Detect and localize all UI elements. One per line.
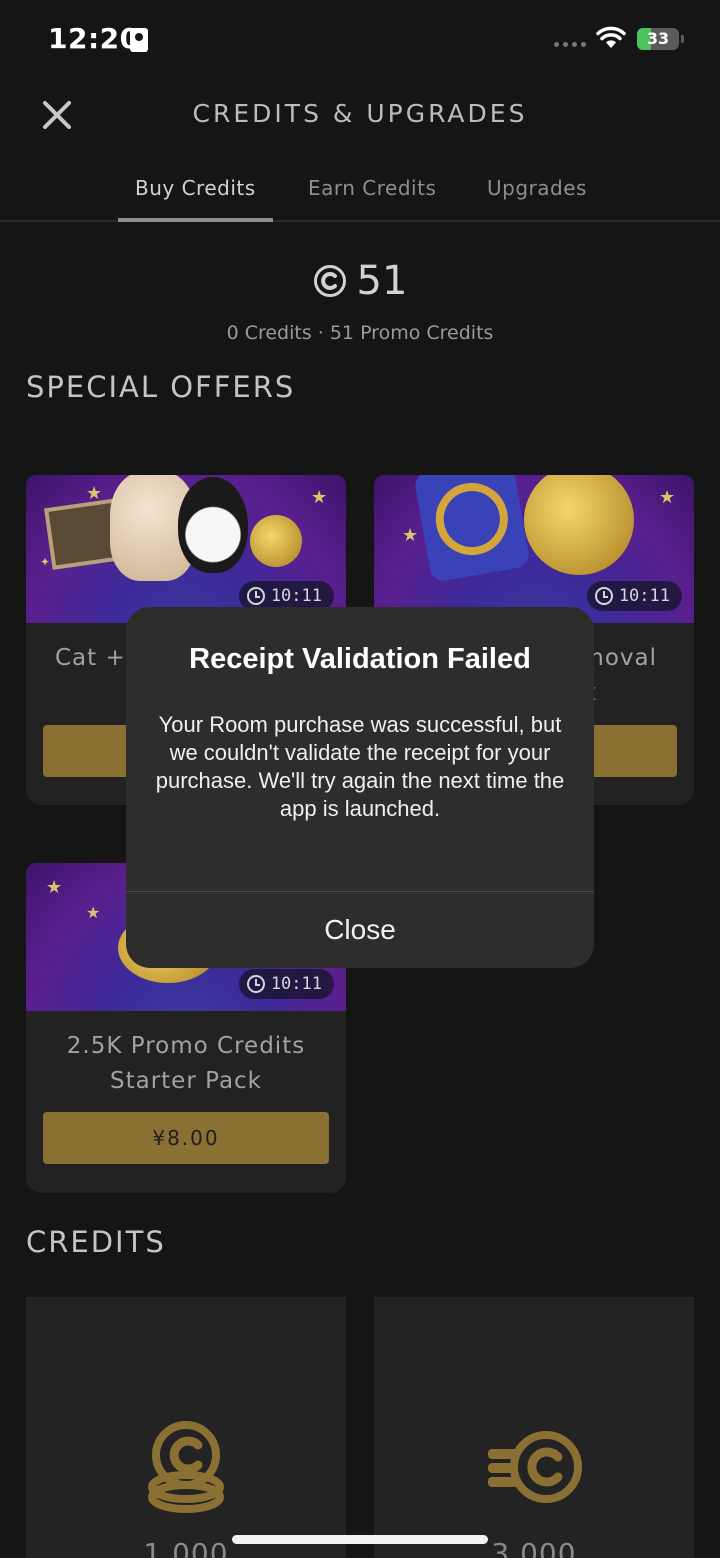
- balance-detail: 0 Credits · 51 Promo Credits: [226, 322, 494, 344]
- status-time: 12:20: [48, 22, 140, 55]
- coin-stack-icon: [488, 1431, 582, 1503]
- tab-bar: Buy Credits Earn Credits Upgrades: [0, 160, 720, 222]
- battery-tip: [681, 35, 684, 43]
- balance-amount: 51: [313, 258, 408, 304]
- wifi-icon: [596, 26, 626, 48]
- penguin-illustration: [178, 477, 248, 573]
- receipt-validation-alert: Receipt Validation Failed Your Room purc…: [126, 607, 594, 968]
- tab-earn-credits[interactable]: Earn Credits: [308, 176, 436, 200]
- alert-title: Receipt Validation Failed: [189, 643, 531, 675]
- alert-close-button[interactable]: Close: [126, 892, 594, 968]
- offer-timer-value: 10:11: [270, 974, 322, 994]
- offer-name-line1: 2.5K Promo Credits: [66, 1033, 306, 1059]
- balance-summary: 51 0 Credits · 51 Promo Credits: [0, 258, 720, 344]
- tab-active-indicator: [118, 218, 273, 222]
- credits-heading: CREDITS: [26, 1225, 166, 1259]
- credit-pack-card[interactable]: 1,000: [26, 1297, 346, 1558]
- offer-name: 2.5K Promo Credits Starter Pack: [26, 1029, 346, 1099]
- tab-upgrades[interactable]: Upgrades: [487, 176, 587, 200]
- tab-buy-credits[interactable]: Buy Credits: [135, 176, 256, 200]
- offer-name-line2: Starter Pack: [110, 1068, 262, 1094]
- offer-price-button[interactable]: ¥8.00: [43, 1112, 329, 1164]
- offer-image: ★ ★ ✦ 10:11: [374, 475, 694, 623]
- balance-value: 51: [356, 258, 408, 304]
- contact-card-icon: [130, 28, 148, 52]
- battery-icon: 33: [637, 28, 679, 50]
- offer-timer: 10:11: [586, 581, 682, 611]
- special-offers-heading: SPECIAL OFFERS: [26, 370, 296, 404]
- page-title: CREDITS & UPGRADES: [192, 99, 528, 128]
- alert-message: Your Room purchase was successful, but w…: [155, 712, 565, 821]
- offer-timer-value: 10:11: [270, 586, 322, 606]
- coin-stack-illustration: [524, 475, 634, 575]
- clock-icon: [594, 587, 613, 605]
- cellular-signal-icon: [554, 42, 586, 47]
- credit-pack-card[interactable]: 3,000: [374, 1297, 694, 1558]
- status-bar: 12:20 33: [0, 0, 720, 80]
- credit-coin-icon: [313, 265, 346, 297]
- offer-timer: 10:11: [238, 969, 334, 999]
- clock-icon: [246, 975, 265, 993]
- coin-stack-icon: [148, 1421, 224, 1513]
- home-indicator[interactable]: [232, 1535, 488, 1544]
- coin-stack-illustration: [250, 515, 302, 567]
- ad-block-illustration: [413, 475, 531, 583]
- offer-image: ★ ★ ✦ 10:11: [26, 475, 346, 623]
- battery-percent: 33: [646, 29, 670, 48]
- clock-icon: [246, 587, 265, 605]
- offer-timer-value: 10:11: [618, 586, 670, 606]
